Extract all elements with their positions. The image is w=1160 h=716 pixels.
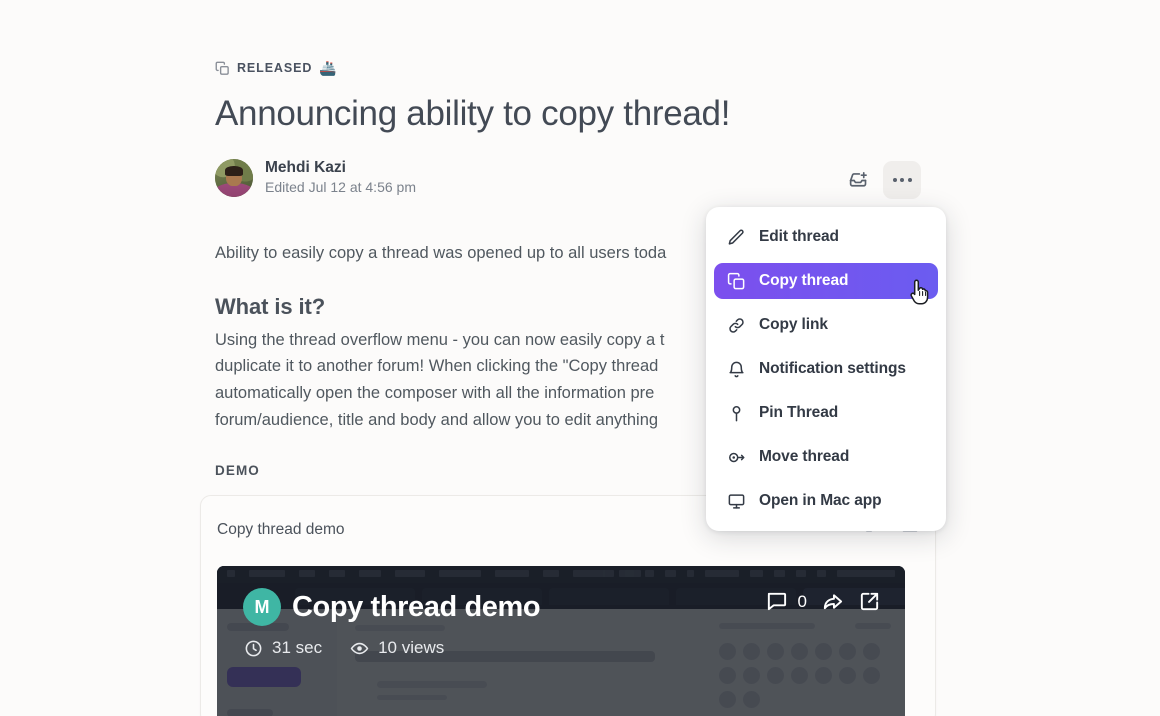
menu-item-copy-link[interactable]: Copy link — [714, 307, 938, 343]
author-name: Mehdi Kazi — [265, 159, 346, 177]
video-meta: 31 sec 10 views — [244, 638, 444, 658]
video-thumbnail[interactable]: M Copy thread demo 31 sec 10 views 0 — [217, 566, 905, 716]
menu-item-label: Edit thread — [759, 228, 839, 245]
page-title: Announcing ability to copy thread! — [215, 94, 731, 133]
more-options-button[interactable] — [883, 161, 921, 199]
thread-header-actions — [839, 161, 921, 199]
comment-count: 0 — [797, 591, 807, 611]
status-badge: RELEASED 🚢 — [215, 58, 921, 78]
comment-icon[interactable] — [765, 590, 788, 613]
monitor-icon — [727, 492, 746, 511]
menu-item-label: Move thread — [759, 448, 850, 465]
bell-icon — [727, 360, 746, 379]
link-icon — [727, 316, 746, 335]
status-badge-label: RELEASED — [237, 61, 313, 75]
menu-item-open-in-mac-app[interactable]: Open in Mac app — [714, 483, 938, 519]
demo-card-title: Copy thread demo — [217, 521, 345, 538]
copy-icon — [727, 272, 746, 291]
menu-item-label: Open in Mac app — [759, 492, 882, 509]
avatar — [215, 158, 253, 197]
menu-item-notification-settings[interactable]: Notification settings — [714, 351, 938, 387]
video-duration: 31 sec — [272, 638, 323, 657]
video-title: Copy thread demo — [292, 591, 541, 623]
clock-icon — [244, 639, 263, 658]
share-icon[interactable] — [821, 590, 844, 613]
arrow-right-circle-icon — [727, 448, 746, 467]
video-views: 10 views — [378, 638, 445, 657]
inbox-plus-icon — [848, 170, 869, 191]
thread-overflow-menu: Edit thread Copy thread Copy link Notifi… — [706, 207, 946, 531]
menu-item-label: Notification settings — [759, 360, 906, 377]
ellipsis-icon — [892, 178, 912, 182]
menu-item-label: Pin Thread — [759, 404, 839, 421]
pin-icon — [727, 404, 746, 423]
author-row: Mehdi Kazi Edited Jul 12 at 4:56 pm — [215, 158, 921, 198]
add-to-inbox-button[interactable] — [839, 161, 877, 199]
menu-item-move-thread[interactable]: Move thread — [714, 439, 938, 475]
menu-item-label: Copy link — [759, 316, 828, 333]
ship-emoji-icon: 🚢 — [319, 60, 337, 76]
menu-item-edit-thread[interactable]: Edit thread — [714, 219, 938, 255]
menu-item-pin-thread[interactable]: Pin Thread — [714, 395, 938, 431]
open-external-icon[interactable] — [858, 590, 881, 613]
author-timestamp: Edited Jul 12 at 4:56 pm — [265, 178, 416, 195]
menu-item-label: Copy thread — [759, 272, 849, 289]
video-overlay-actions: 0 — [765, 590, 881, 613]
eye-icon — [350, 639, 369, 658]
menu-item-copy-thread[interactable]: Copy thread — [714, 263, 938, 299]
thread-detail-page: RELEASED 🚢 Announcing ability to copy th… — [0, 0, 1160, 716]
pencil-icon — [727, 228, 746, 247]
video-author-avatar: M — [243, 588, 281, 626]
copy-icon — [215, 61, 230, 76]
